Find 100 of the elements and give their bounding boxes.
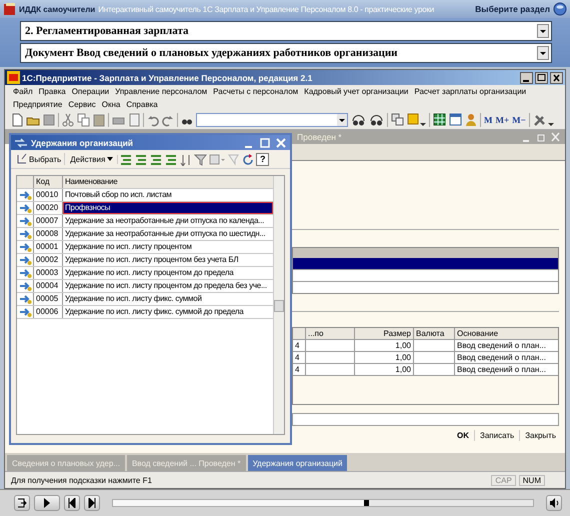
menu-item[interactable]: Расчеты с персоналом — [213, 87, 298, 96]
search-combo-field[interactable] — [196, 113, 348, 127]
list-action-icon[interactable] — [165, 152, 178, 166]
column-header[interactable]: Наименование — [63, 176, 273, 188]
menu-item[interactable]: Предприятие — [13, 100, 62, 109]
table-cell: 00007 — [34, 215, 63, 227]
menu-item[interactable]: Управление персоналом — [115, 87, 208, 96]
minimize-icon[interactable] — [520, 72, 533, 84]
comment-field[interactable] — [292, 413, 559, 426]
close-icon[interactable] — [550, 72, 563, 84]
menu-item[interactable]: Правка — [38, 87, 66, 96]
calendar-icon[interactable] — [449, 113, 462, 127]
list-row[interactable]: 00003 Удержание по исп. листу процентом до предела — [17, 267, 273, 280]
list-window-title: Удержания организаций — [31, 138, 134, 148]
filter-icon[interactable] — [194, 152, 208, 166]
table-cell-text: Удержание по исп. листу фикс. суммой до предела — [64, 306, 245, 318]
item-icon — [18, 242, 32, 252]
menu-item[interactable]: Файл — [13, 87, 33, 96]
volume-button[interactable] — [546, 495, 562, 511]
status-hint: Для получения подсказки нажмите F1 — [11, 476, 153, 484]
help-button[interactable]: ? — [256, 152, 270, 166]
table-cell-text: Удержание по исп. листу процентом — [64, 241, 193, 253]
item-icon — [18, 281, 32, 291]
next-button[interactable] — [84, 495, 100, 511]
table-cell-text: Удержание по исп. листу процентом до предела без уче... — [64, 280, 268, 292]
memory-button[interactable]: M — [484, 115, 492, 125]
dropdown-icon[interactable] — [337, 114, 347, 126]
list-row[interactable]: 00005 Удержание по исп. листу фикс. суммой — [17, 293, 273, 306]
app-logo-icon — [7, 71, 20, 84]
table-cell-text: Почтовый сбор по исп. листам — [64, 189, 173, 201]
item-icon — [18, 307, 32, 317]
find-previous-icon[interactable] — [369, 113, 384, 127]
list-row[interactable]: 00006 Удержание по исп. листу фикс. суммой до предела — [17, 306, 273, 319]
table-cell: 4 — [293, 352, 306, 363]
arrows-icon — [14, 136, 28, 148]
sort-icon[interactable] — [180, 152, 192, 166]
select-button[interactable]: Выбрать — [13, 153, 66, 165]
window-tab[interactable]: Удержания организаций — [248, 455, 348, 471]
next-icon — [88, 498, 96, 508]
item-icon — [18, 255, 32, 265]
item-icon — [18, 229, 32, 239]
find-next-icon[interactable] — [351, 113, 366, 127]
section-select[interactable]: 2. Регламентированная зарплата — [20, 21, 552, 41]
menu-item[interactable]: Окна — [102, 100, 120, 109]
play-button[interactable] — [34, 495, 60, 511]
cut-icon[interactable] — [62, 113, 74, 127]
list-row[interactable]: 00002 Удержание по исп. листу процентом без учета БЛ — [17, 254, 273, 267]
list-row[interactable]: 00001 Удержание по исп. листу процентом — [17, 241, 273, 254]
memory-button[interactable]: M+ — [496, 115, 510, 125]
dialog-button[interactable]: Записать — [474, 430, 520, 441]
redo-icon[interactable] — [162, 113, 174, 127]
previous-button[interactable] — [64, 495, 80, 511]
dropdown-icon[interactable] — [537, 24, 549, 38]
copy-icon[interactable] — [77, 113, 90, 127]
person-icon[interactable] — [465, 113, 477, 127]
table-cell: 4 — [293, 340, 306, 351]
column-header: Валюта — [414, 328, 455, 339]
refresh-icon[interactable] — [241, 152, 254, 166]
menu-item[interactable]: Сервис — [68, 100, 96, 109]
table-cell: 00006 — [34, 306, 63, 318]
table-cell-text: Ввод сведений о план... — [456, 352, 547, 363]
list-row[interactable]: 00020 Профвзносы — [17, 202, 273, 215]
column-header[interactable]: Код — [34, 176, 63, 188]
progress-slider[interactable] — [112, 499, 534, 507]
menu-item[interactable]: Расчет зарплаты организации — [414, 87, 526, 96]
table-cell-text: Удержание за неотработанные дни отпуска по шестидн... — [64, 228, 266, 240]
dialog-button[interactable]: Закрыть — [519, 430, 561, 441]
scrollbar[interactable] — [273, 176, 284, 434]
menu-item[interactable]: Операции — [72, 87, 110, 96]
window-controls-icon[interactable] — [243, 136, 287, 148]
table-cell: 00003 — [34, 267, 63, 279]
list-action-icon[interactable] — [150, 152, 164, 166]
new-document-icon[interactable] — [11, 113, 23, 127]
memory-button[interactable]: M− — [512, 115, 526, 125]
app-brand: ИДДК самоучители — [19, 4, 96, 14]
list-row[interactable]: 00004 Удержание по исп. листу процентом до предела без уче... — [17, 280, 273, 293]
section-button[interactable]: Выберите раздел — [475, 4, 550, 14]
maximize-icon[interactable] — [535, 72, 548, 84]
dropdown-icon[interactable] — [537, 46, 549, 60]
exit-button[interactable] — [14, 495, 30, 511]
table-cell: 00004 — [34, 280, 63, 292]
round-button-icon[interactable] — [553, 2, 567, 16]
list-action-icon[interactable] — [120, 152, 134, 166]
item-icon — [18, 190, 32, 200]
item-icon — [18, 268, 32, 278]
list-action-icon[interactable] — [135, 152, 148, 166]
calculator-icon[interactable] — [433, 113, 446, 127]
dialog-button[interactable]: OK — [452, 430, 474, 441]
section-select[interactable]: Документ Ввод сведений о плановых удержаниях работников организации — [20, 43, 552, 63]
menu-item[interactable]: Кадровый учет организации — [304, 87, 408, 96]
select-icon — [16, 153, 27, 165]
app-title: Интерактивный самоучитель 1С Зарплата и Управление Персоналом 8.0 - практические уроки — [98, 4, 436, 14]
column-header: ...по — [306, 328, 355, 339]
windows-icon[interactable] — [391, 113, 404, 127]
table-cell-text: Ввод сведений о план... — [456, 340, 547, 351]
menu-item[interactable]: Справка — [126, 100, 158, 109]
list-row[interactable]: 00008 Удержание за неотработанные дни отпуска по шестидн... — [17, 228, 273, 241]
list-row[interactable]: 00007 Удержание за неотработанные дни отпуска по календа... — [17, 215, 273, 228]
actions-button[interactable]: Действия — [67, 154, 118, 164]
table-cell: 00005 — [34, 293, 63, 305]
